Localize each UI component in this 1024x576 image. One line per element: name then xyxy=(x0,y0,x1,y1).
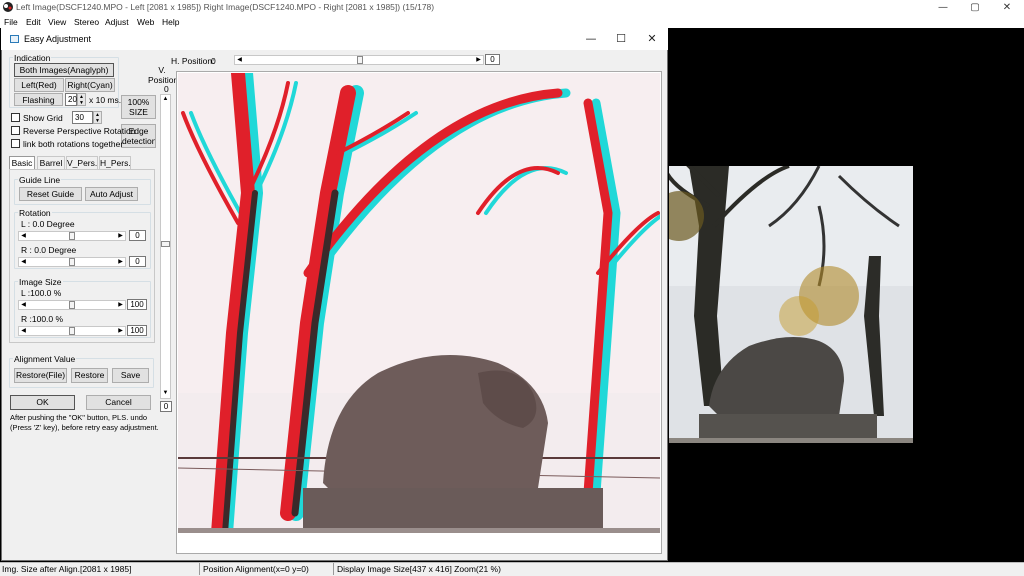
dialog-titlebar xyxy=(1,28,668,50)
v-position-value: 0 xyxy=(164,84,169,94)
slider-right-arrow-icon[interactable]: ▶ xyxy=(116,301,125,309)
indication-label: Indication xyxy=(13,53,52,63)
flashing-spin-arrows[interactable]: ▲ ▼ xyxy=(77,93,86,106)
rotation-left-slider[interactable]: ◀ ▶ xyxy=(18,231,126,241)
tab-basic[interactable]: Basic xyxy=(9,156,35,169)
menu-web[interactable]: Web xyxy=(137,17,154,27)
status-image-size: Img. Size after Align.[2081 x 1985] xyxy=(0,563,200,575)
size-100-button[interactable]: 100% SIZE xyxy=(121,95,156,119)
menu-view[interactable]: View xyxy=(48,17,66,27)
cancel-button[interactable]: Cancel xyxy=(86,395,151,410)
rotation-label: Rotation xyxy=(18,208,52,218)
tab-h-pers[interactable]: H_Pers. xyxy=(99,156,131,169)
reverse-rotation-checkbox[interactable] xyxy=(11,126,20,135)
window-close-button[interactable]: ✕ xyxy=(992,0,1022,16)
h-position-label: H. Position: xyxy=(171,56,215,66)
reset-guide-button[interactable]: Reset Guide xyxy=(19,187,82,201)
menu-adjust[interactable]: Adjust xyxy=(105,17,129,27)
status-position-alignment: Position Alignment(x=0 y=0) xyxy=(201,563,334,575)
slider-right-arrow-icon[interactable]: ▶ xyxy=(116,258,125,266)
flashing-unit-label: x 10 ms. xyxy=(89,95,122,105)
slider-thumb[interactable] xyxy=(69,301,75,309)
slider-thumb[interactable] xyxy=(357,56,363,64)
v-position-box[interactable]: 0 xyxy=(160,401,172,412)
dialog-app-icon xyxy=(10,35,19,43)
image-size-right-slider[interactable]: ◀ ▶ xyxy=(18,326,126,336)
reverse-rotation-label: Reverse Perspective Rotation xyxy=(23,126,136,136)
right-image-photo xyxy=(669,166,913,443)
left-red-button[interactable]: Left(Red) xyxy=(14,78,64,92)
slider-left-arrow-icon[interactable]: ◀ xyxy=(19,327,28,335)
slider-thumb[interactable] xyxy=(69,232,75,240)
menu-help[interactable]: Help xyxy=(162,17,179,27)
menu-edit[interactable]: Edit xyxy=(26,17,41,27)
slider-left-arrow-icon[interactable]: ◀ xyxy=(19,301,28,309)
alignment-value-label: Alignment Value xyxy=(13,354,77,364)
slider-right-arrow-icon[interactable]: ▶ xyxy=(474,56,483,64)
tab-barrel[interactable]: Barrel xyxy=(37,156,65,169)
dialog-title: Easy Adjustment xyxy=(24,34,92,44)
menu-file[interactable]: File xyxy=(4,17,18,27)
restore-button[interactable]: Restore xyxy=(71,368,108,383)
right-cyan-button[interactable]: Right(Cyan) xyxy=(65,78,115,92)
rotation-right-label: R : 0.0 Degree xyxy=(21,245,77,255)
restore-file-button[interactable]: Restore(File) xyxy=(14,368,67,383)
menu-stereo[interactable]: Stereo xyxy=(74,17,99,27)
slider-left-arrow-icon[interactable]: ◀ xyxy=(19,232,28,240)
rotation-right-slider[interactable]: ◀ ▶ xyxy=(18,257,126,267)
rotation-left-label: L : 0.0 Degree xyxy=(21,219,75,229)
window-maximize-button[interactable]: ▢ xyxy=(960,0,990,16)
image-size-label: Image Size xyxy=(18,277,63,287)
link-rotations-label: link both rotations together xyxy=(23,139,124,149)
grid-size-spin-arrows[interactable]: ▲ ▼ xyxy=(93,111,102,124)
slider-right-arrow-icon[interactable]: ▶ xyxy=(116,327,125,335)
dialog-close-button[interactable]: ✕ xyxy=(637,30,667,48)
h-position-slider[interactable]: ◀ ▶ xyxy=(234,55,484,65)
link-rotations-checkbox[interactable] xyxy=(11,139,20,148)
slider-thumb[interactable] xyxy=(69,327,75,335)
auto-adjust-button[interactable]: Auto Adjust xyxy=(85,187,138,201)
dialog-minimize-button[interactable]: — xyxy=(576,30,606,48)
window-minimize-button[interactable]: — xyxy=(928,0,958,16)
h-position-value: 0 xyxy=(211,56,216,66)
slider-left-arrow-icon[interactable]: ◀ xyxy=(235,56,244,64)
h-position-box[interactable]: 0 xyxy=(485,54,500,65)
show-grid-label: Show Grid xyxy=(23,113,63,123)
window-title: Left Image(DSCF1240.MPO - Left [2081 x 1… xyxy=(16,2,435,12)
slider-thumb[interactable] xyxy=(161,241,170,247)
image-size-left-label: L :100.0 % xyxy=(21,288,62,298)
both-images-button[interactable]: Both Images(Anaglyph) xyxy=(14,63,114,77)
slider-left-arrow-icon[interactable]: ◀ xyxy=(19,258,28,266)
flashing-interval-input[interactable]: 20 xyxy=(65,93,77,106)
grid-size-input[interactable]: 30 xyxy=(72,111,93,124)
image-size-right-label: R :100.0 % xyxy=(21,314,64,324)
tab-v-pers[interactable]: V_Pers. xyxy=(66,156,98,169)
slider-down-arrow-icon[interactable]: ▼ xyxy=(161,389,170,398)
status-display-size: Display Image Size[437 x 416] Zoom(21 %) xyxy=(337,564,501,574)
undo-note: After pushing the "OK" button, PLS. undo… xyxy=(10,413,159,432)
image-size-right-value[interactable]: 100 xyxy=(127,325,147,336)
image-size-left-slider[interactable]: ◀ ▶ xyxy=(18,300,126,310)
slider-thumb[interactable] xyxy=(69,258,75,266)
flashing-button[interactable]: Flashing xyxy=(14,93,63,106)
slider-right-arrow-icon[interactable]: ▶ xyxy=(116,232,125,240)
guide-line-label: Guide Line xyxy=(18,175,62,185)
image-size-left-value[interactable]: 100 xyxy=(127,299,147,310)
v-position-label: V. Position xyxy=(148,65,179,85)
dialog-maximize-button[interactable]: ☐ xyxy=(606,30,636,48)
anaglyph-preview-photo[interactable] xyxy=(178,73,660,533)
slider-up-arrow-icon[interactable]: ▲ xyxy=(161,95,170,104)
v-position-slider[interactable]: ▲ ▼ xyxy=(160,94,171,399)
show-grid-checkbox[interactable] xyxy=(11,113,20,122)
rotation-left-value[interactable]: 0 xyxy=(129,230,146,241)
app-icon xyxy=(3,2,13,12)
save-button[interactable]: Save xyxy=(112,368,149,383)
rotation-right-value[interactable]: 0 xyxy=(129,256,146,267)
ok-button[interactable]: OK xyxy=(10,395,75,410)
